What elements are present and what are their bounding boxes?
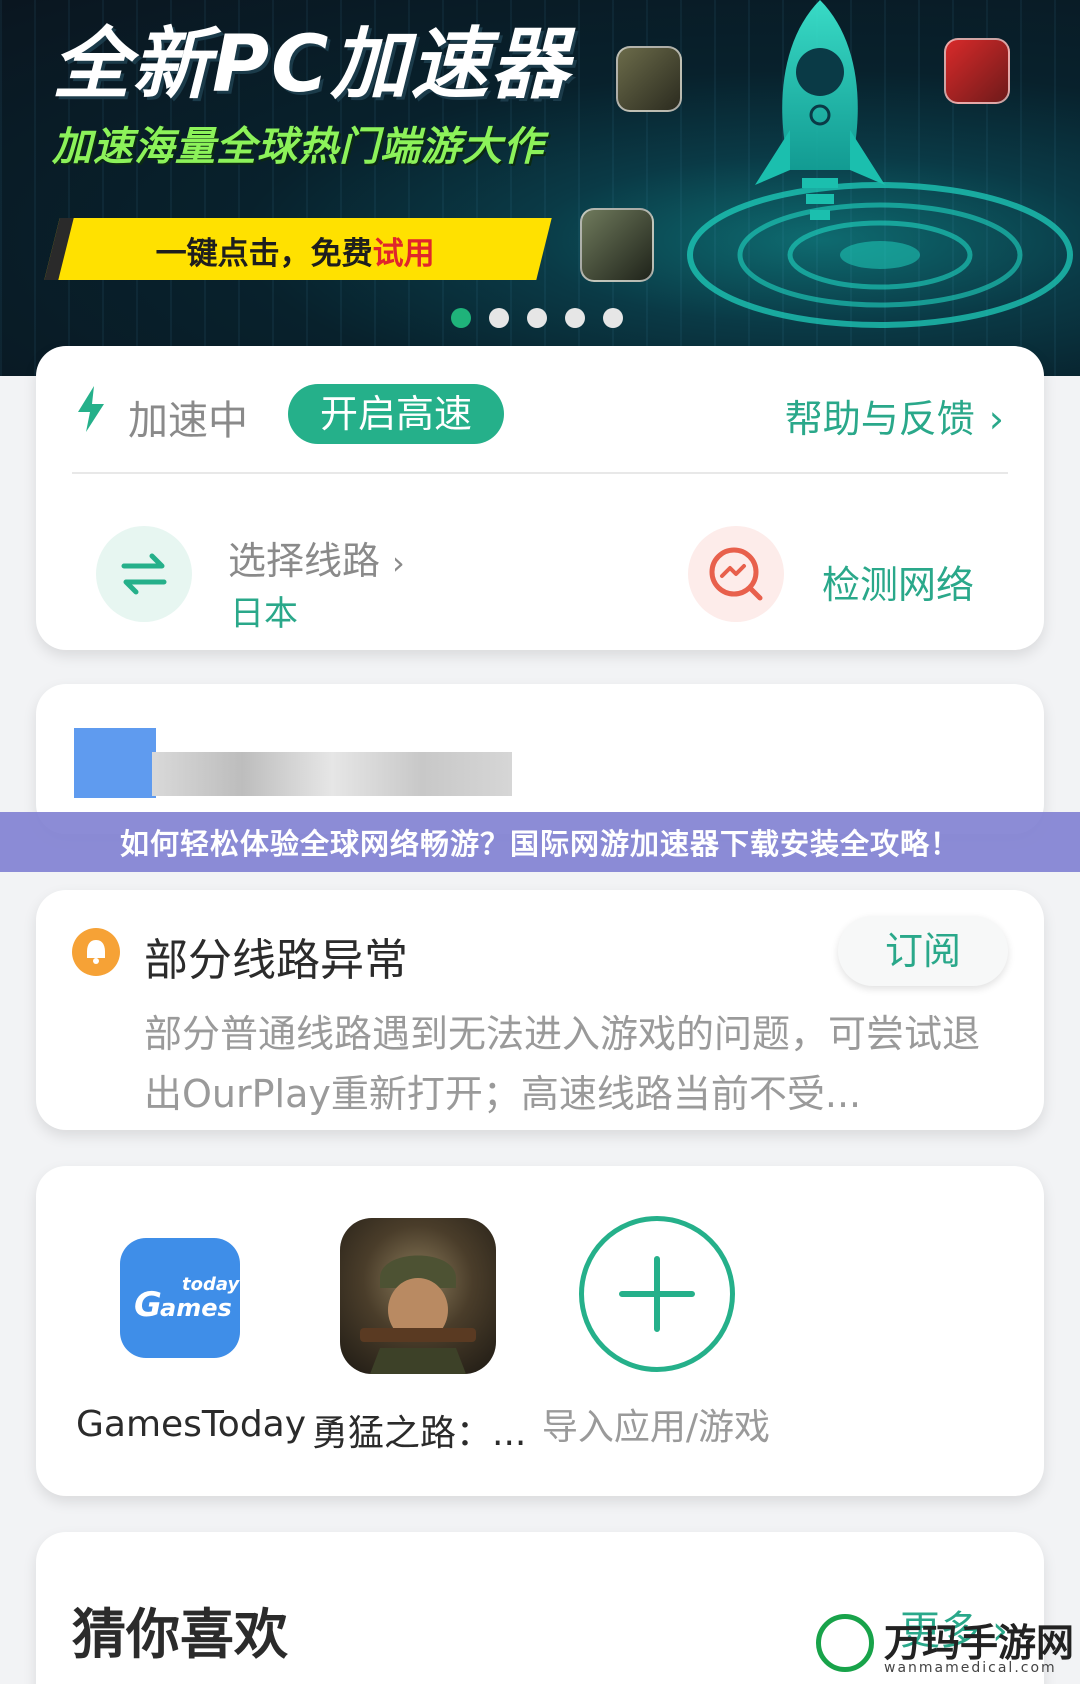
article-title-banner: 如何轻松体验全球网络畅游？国际网游加速器下载安装全攻略！ [0,812,1080,872]
add-icon[interactable] [579,1216,735,1372]
subscribe-button[interactable]: 订阅 [838,916,1008,986]
svg-text:G: G [134,1285,162,1325]
network-check-icon[interactable] [688,526,784,622]
notice-body: 部分普通线路遇到无法进入游戏的问题，可尝试退出OurPlay重新打开；高速线路当… [144,1012,981,1116]
import-app-button[interactable]: 导入应用/游戏 [536,1398,776,1450]
rocket-icon [755,0,885,220]
lightning-icon [78,386,104,432]
watermark-logo-icon [816,1614,874,1672]
route-notice-card[interactable]: 部分线路异常 订阅 部分普通线路遇到无法进入游戏的问题，可尝试退出OurPlay… [36,890,1044,1130]
pixelated-logo [74,728,156,798]
gamestoday-icon[interactable]: today G ames [120,1238,240,1358]
acceleration-state: 加速中 [128,398,248,444]
app-label[interactable]: GamesToday [76,1404,306,1445]
carousel-dot[interactable] [451,308,471,328]
carousel-dot[interactable] [565,308,585,328]
newstate-game-icon [616,46,682,112]
site-watermark: 万玛手游网 wanmamedical.com [812,1610,1074,1680]
carousel-dot[interactable] [527,308,547,328]
my-apps-card: today G ames GamesToday 勇猛之路：... 导入应用/游戏 [36,1166,1044,1496]
promo-banner[interactable]: 全新PC加速器 加速海量全球热门端游大作 一键点击，免费试用 [0,0,1080,376]
watermark-url: wanmamedical.com [884,1660,1057,1676]
chevron-right-icon: › [988,397,1004,441]
notice-title: 部分线路异常 [144,935,408,986]
select-route-label: 选择线路 [228,539,381,583]
app-label[interactable]: 勇猛之路：... [312,1404,526,1456]
chevron-right-icon: › [392,544,405,582]
carousel-dots[interactable] [451,308,623,328]
select-route-button[interactable]: 选择线路 › [228,530,405,585]
banner-subtitle: 加速海量全球热门端游大作 [52,124,544,170]
free-trial-cta[interactable]: 一键点击，免费试用 [44,218,552,280]
help-feedback-link[interactable]: 帮助与反馈 › [785,388,1004,443]
warzone-game-icon [580,208,654,282]
help-feedback-label: 帮助与反馈 [784,397,975,441]
cta-label: 一键点击，免费试用 [155,236,435,272]
pixelated-text [152,752,512,796]
svg-text:today: today [182,1274,240,1295]
carousel-dot[interactable] [489,308,509,328]
soldier-game-icon[interactable] [340,1218,496,1374]
network-check-button[interactable]: 检测网络 [822,554,974,609]
divider [72,472,1008,474]
banner-title: 全新PC加速器 [52,20,571,110]
acceleration-status-card: 加速中 开启高速 帮助与反馈 › 选择线路 › 日本 检测网络 [36,346,1044,650]
enable-high-speed-button[interactable]: 开启高速 [288,384,504,444]
article-title: 如何轻松体验全球网络畅游？国际网游加速器下载安装全攻略！ [119,827,960,861]
apex-game-icon [944,38,1010,104]
selected-route: 日本 [230,594,298,634]
carousel-dot[interactable] [603,308,623,328]
svg-text:ames: ames [160,1294,232,1322]
recommend-title: 猜你喜欢 [72,1603,288,1666]
watermark-name: 万玛手游网 [884,1621,1075,1665]
route-switch-icon[interactable] [96,526,192,622]
bell-icon [72,928,120,976]
